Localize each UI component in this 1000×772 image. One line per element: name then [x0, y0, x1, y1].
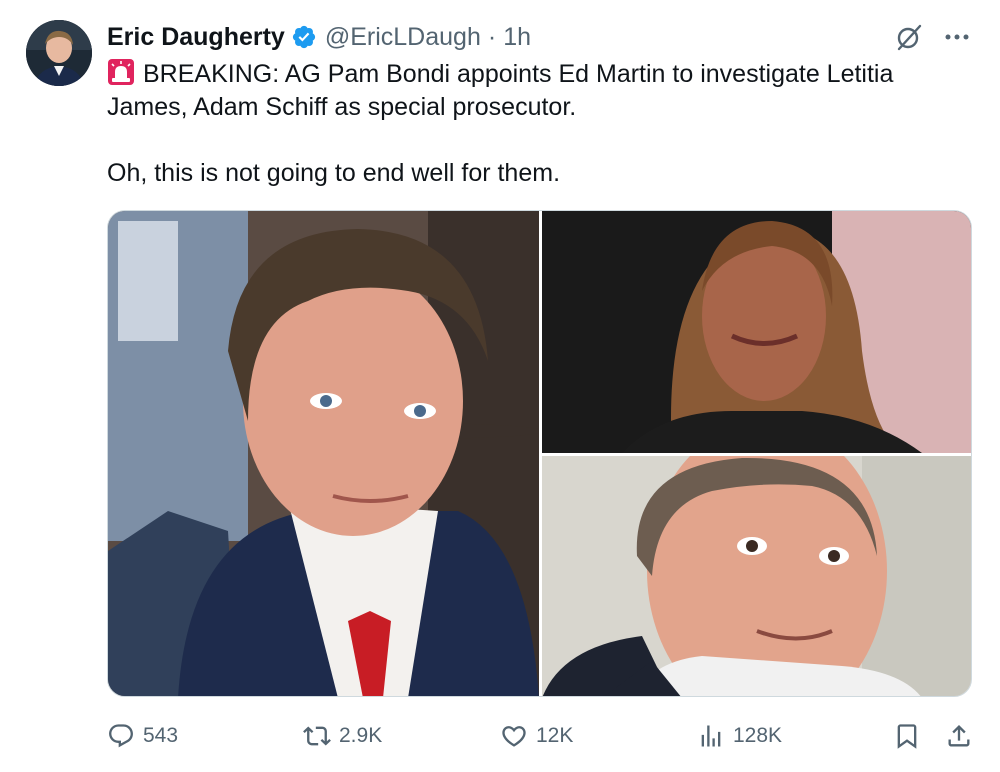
repost-icon — [303, 726, 331, 746]
like-count: 12K — [536, 724, 574, 747]
author-name[interactable]: Eric Daugherty — [107, 23, 285, 52]
share-button[interactable] — [945, 718, 973, 754]
views-icon — [701, 725, 721, 747]
views-count: 128K — [733, 724, 783, 747]
share-icon — [948, 725, 970, 747]
reply-icon — [109, 724, 133, 748]
avatar[interactable] — [26, 20, 92, 86]
timestamp[interactable]: 1h — [503, 23, 531, 52]
verified-badge-icon — [291, 24, 317, 50]
photo-letitia-james[interactable] — [542, 211, 971, 453]
more-icon[interactable] — [942, 22, 972, 52]
tweet-text-line-1: BREAKING: AG Pam Bondi appoints Ed Marti… — [107, 58, 967, 91]
photo-ed-martin[interactable] — [108, 211, 539, 696]
like-icon — [502, 726, 526, 747]
reply-count: 543 — [143, 724, 179, 747]
tweet-text-line-1-content: BREAKING: AG Pam Bondi appoints Ed Marti… — [143, 60, 894, 88]
bookmark-icon — [897, 724, 917, 749]
views-button[interactable]: 128K — [697, 718, 782, 754]
author-handle[interactable]: @EricLDaugh — [325, 23, 481, 52]
media-grid — [107, 210, 972, 697]
tweet-top-actions — [894, 22, 972, 52]
tweet-text: BREAKING: AG Pam Bondi appoints Ed Marti… — [107, 58, 967, 190]
grok-icon[interactable] — [894, 22, 924, 52]
reply-button[interactable]: 543 — [107, 718, 178, 754]
repost-button[interactable]: 2.9K — [303, 718, 382, 754]
action-bar: 543 2.9K 12K 128K — [107, 718, 973, 754]
tweet-text-line-3: Oh, this is not going to end well for th… — [107, 159, 561, 187]
like-button[interactable]: 12K — [500, 718, 573, 754]
tweet-text-spacer — [107, 124, 967, 157]
tweet[interactable]: Eric Daugherty @EricLDaugh · 1h BREAKING… — [0, 0, 1000, 772]
repost-count: 2.9K — [339, 724, 383, 747]
tweet-header: Eric Daugherty @EricLDaugh · 1h — [107, 20, 531, 54]
separator-dot: · — [487, 22, 497, 51]
tweet-text-line-2: James, Adam Schiff as special prosecutor… — [107, 93, 577, 121]
siren-icon — [107, 58, 135, 86]
photo-adam-schiff[interactable] — [542, 456, 971, 696]
bookmark-button[interactable] — [893, 718, 921, 754]
